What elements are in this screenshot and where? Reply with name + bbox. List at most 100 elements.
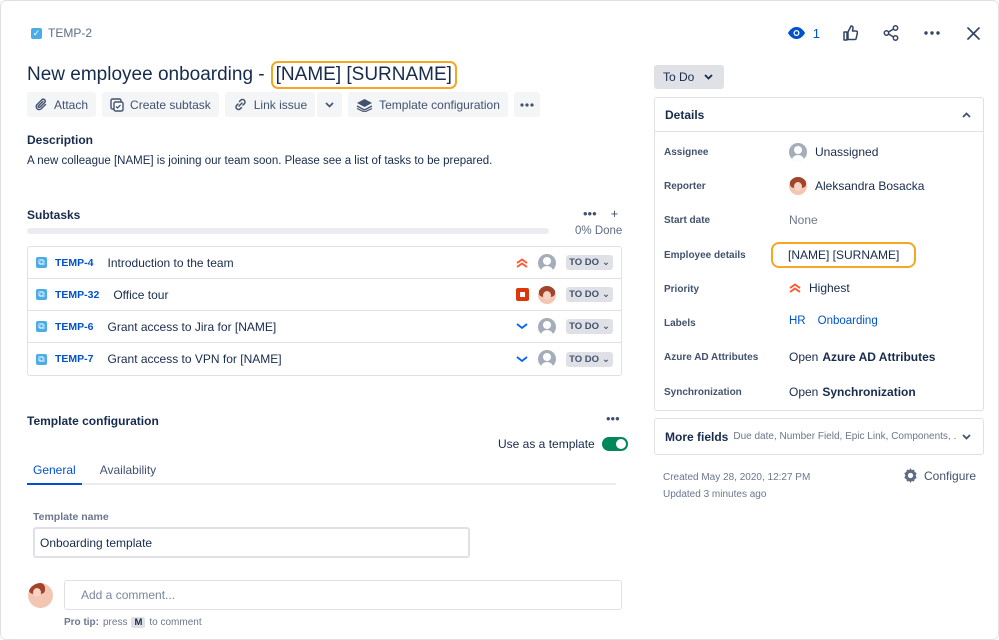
subtask-key[interactable]: TEMP-4	[55, 257, 94, 269]
task-checkbox-icon: ✓	[31, 27, 42, 39]
issue-toolbar: Attach Create subtask Link issue Templat…	[27, 92, 540, 117]
template-name-field[interactable]: Onboarding template	[33, 527, 470, 558]
configure-button[interactable]: Configure	[903, 468, 976, 483]
subtask-type-icon: ⧉	[36, 257, 47, 268]
toolbar-more-button[interactable]	[513, 92, 540, 117]
table-row[interactable]: ⧉ TEMP-32 Office tour TO DO ⌄	[28, 279, 621, 311]
table-row[interactable]: ⧉ TEMP-4 Introduction to the team TO DO ⌄	[28, 247, 621, 279]
subtask-summary[interactable]: Office tour	[113, 288, 514, 302]
employee-details-value[interactable]: [NAME] [SURNAME]	[771, 242, 917, 268]
subtask-type-icon: ⧉	[36, 289, 47, 300]
status-badge[interactable]: TO DO ⌄	[566, 287, 613, 302]
use-as-template-toggle-row: Use as a template	[498, 437, 628, 451]
unassigned-avatar	[789, 143, 807, 161]
employee-details-label: Employee details	[664, 250, 746, 261]
chevron-down-icon: ⌄	[602, 257, 610, 268]
status-badge[interactable]: TO DO ⌄	[566, 351, 613, 367]
close-icon[interactable]	[962, 22, 984, 44]
synchronization-label: Synchronization	[664, 387, 742, 398]
use-as-template-toggle[interactable]	[601, 437, 628, 451]
issue-key[interactable]: TEMP-2	[48, 26, 92, 40]
issue-timestamps: Created May 28, 2020, 12:27 PM Updated 3…	[663, 469, 810, 503]
more-icon	[520, 102, 534, 107]
priority-blocker-icon	[514, 288, 530, 301]
table-row[interactable]: ⧉ TEMP-6 Grant access to Jira for [NAME]…	[28, 311, 621, 343]
issue-title[interactable]: New employee onboarding - [NAME] [SURNAM…	[27, 61, 457, 89]
subtask-type-icon: ⧉	[36, 353, 47, 365]
create-subtask-button[interactable]: Create subtask	[102, 92, 219, 117]
priority-label: Priority	[664, 284, 700, 295]
issue-dialog: ✓ TEMP-2 1 New employee onboarding - [NA…	[0, 0, 999, 640]
watch-button[interactable]: 1	[787, 25, 820, 41]
status-badge[interactable]: TO DO ⌄	[566, 319, 613, 334]
add-subtask-icon[interactable]: +	[611, 206, 619, 221]
priority-highest-icon	[789, 283, 801, 293]
priority-highest-icon	[514, 257, 530, 268]
subtask-key[interactable]: TEMP-32	[55, 289, 99, 301]
chevron-down-icon	[325, 101, 334, 108]
subtask-summary[interactable]: Grant access to VPN for [NAME]	[108, 352, 515, 366]
comment-input[interactable]: Add a comment...	[64, 580, 622, 610]
share-icon[interactable]	[880, 22, 902, 44]
eye-icon	[787, 27, 805, 39]
like-icon[interactable]	[839, 22, 861, 44]
breadcrumb[interactable]: ✓ TEMP-2	[31, 26, 92, 40]
watch-count: 1	[812, 25, 820, 41]
attach-button[interactable]: Attach	[27, 92, 97, 117]
created-date: Created May 28, 2020, 12:27 PM	[663, 472, 811, 483]
status-transition-button[interactable]: To Do	[654, 65, 724, 89]
assignee-value[interactable]: Unassigned	[789, 143, 878, 161]
tab-general[interactable]: General	[27, 463, 82, 485]
link-issue-button[interactable]: Link issue	[224, 92, 316, 117]
progress-label: 0% Done	[575, 225, 623, 237]
subtasks-progress-bar	[27, 228, 549, 234]
link-issue-dropdown[interactable]	[317, 92, 343, 117]
updated-date: Updated 3 minutes ago	[663, 489, 767, 500]
details-panel: Details Assignee Unassigned Reporter Ale…	[654, 97, 984, 411]
synchronization-value[interactable]: Open Synchronization	[789, 385, 916, 399]
table-row[interactable]: ⧉ TEMP-7 Grant access to VPN for [NAME] …	[28, 343, 621, 375]
description-heading: Description	[27, 133, 94, 147]
chevron-down-icon	[704, 74, 713, 80]
template-configuration-button[interactable]: Template configuration	[348, 92, 508, 117]
tab-availability[interactable]: Availability	[94, 463, 162, 485]
chevron-down-icon: ⌄	[602, 321, 610, 332]
azure-ad-value[interactable]: Open Azure AD Attributes	[789, 350, 935, 364]
start-date-value[interactable]: None	[789, 213, 818, 227]
reporter-avatar	[789, 177, 807, 195]
chevron-down-icon: ⌄	[602, 289, 610, 300]
more-icon[interactable]	[921, 22, 943, 44]
label-chip[interactable]: Onboarding	[818, 315, 878, 327]
reporter-value[interactable]: Aleksandra Bosacka	[789, 177, 924, 195]
priority-lowest-icon	[514, 323, 530, 330]
subtask-summary[interactable]: Grant access to Jira for [NAME]	[108, 320, 515, 334]
status-badge[interactable]: TO DO ⌄	[566, 255, 613, 270]
gear-icon	[904, 468, 917, 483]
subtask-key[interactable]: TEMP-7	[55, 353, 94, 365]
label-chip[interactable]: HR	[789, 315, 806, 327]
reporter-label: Reporter	[664, 181, 706, 192]
user-avatar[interactable]	[538, 285, 557, 304]
template-more-icon[interactable]: •••	[606, 411, 620, 426]
subtask-list: ⧉ TEMP-4 Introduction to the team TO DO ⌄…	[27, 246, 622, 376]
subtask-key[interactable]: TEMP-6	[55, 321, 94, 333]
subtask-summary[interactable]: Introduction to the team	[108, 256, 515, 270]
unassigned-avatar[interactable]	[538, 350, 557, 368]
priority-value[interactable]: Highest	[789, 281, 850, 295]
template-tabs: General Availability	[27, 463, 616, 485]
details-header[interactable]: Details	[655, 98, 983, 132]
unassigned-avatar[interactable]	[538, 253, 557, 272]
labels-value: HR Onboarding	[789, 315, 878, 327]
subtask-type-icon: ⧉	[36, 321, 47, 332]
description-text[interactable]: A new colleague [NAME] is joining our te…	[27, 155, 492, 167]
chevron-down-icon	[962, 433, 971, 440]
keyboard-shortcut-key: M	[131, 617, 146, 628]
more-fields-panel[interactable]: More fields Due date, Number Field, Epic…	[654, 418, 984, 455]
title-placeholder-highlight: [NAME] [SURNAME]	[270, 61, 457, 89]
paperclip-icon	[35, 98, 47, 110]
more-fields-title: More fields	[665, 429, 729, 444]
unassigned-avatar[interactable]	[538, 317, 557, 336]
subtasks-tools: ••• +	[583, 206, 618, 221]
title-prefix: New employee onboarding -	[27, 64, 265, 85]
subtasks-more-icon[interactable]: •••	[583, 206, 597, 221]
